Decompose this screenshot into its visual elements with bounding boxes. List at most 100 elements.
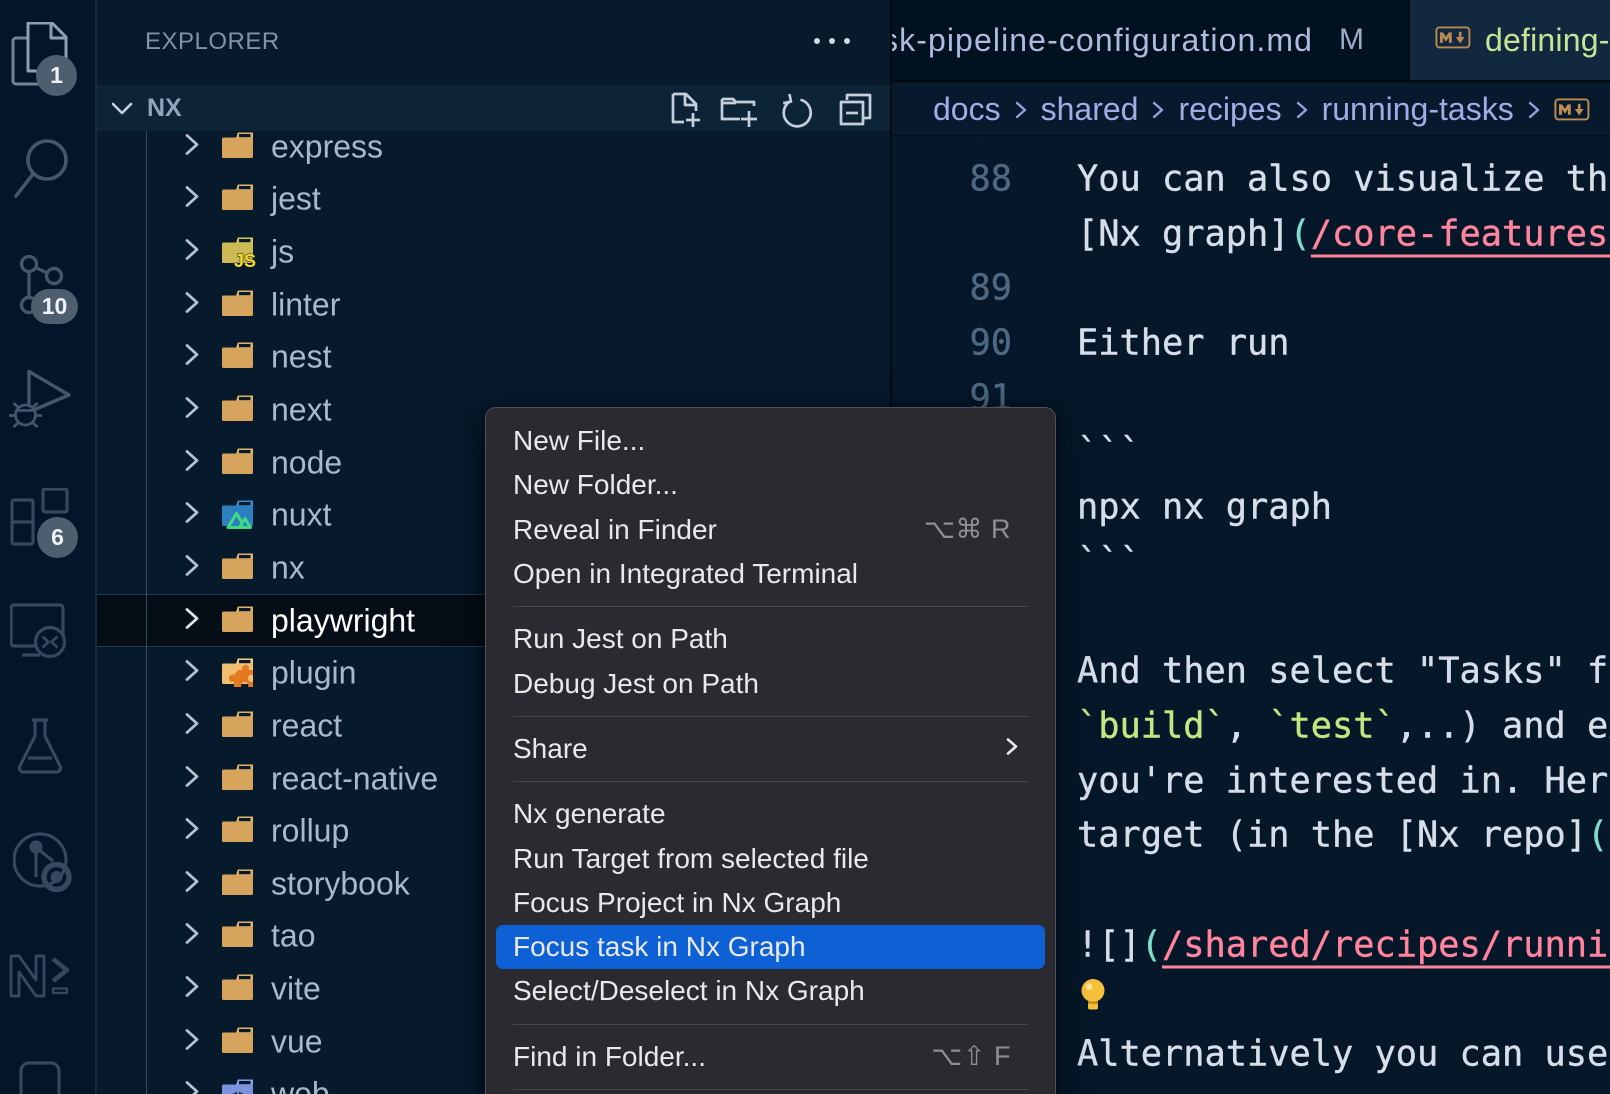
activity-bar-item-account[interactable]: [0, 1008, 95, 1094]
explorer-section-header[interactable]: NX: [97, 85, 890, 131]
lightbulb-emoji: [1077, 978, 1109, 1023]
tab-defining-task-pipeline[interactable]: defining-task-pipeline.md: [1410, 0, 1610, 80]
breadcrumb-item[interactable]: recipes: [1178, 91, 1281, 128]
breadcrumb-item[interactable]: running-tasks: [1322, 91, 1514, 128]
menu-item-run-target-from-selected-file[interactable]: Run Target from selected file: [496, 836, 1045, 880]
menu-item-nx-generate[interactable]: Nx generate: [496, 792, 1045, 836]
chevron-right-icon: [1014, 100, 1028, 120]
activity-bar-item-testing[interactable]: [0, 672, 95, 784]
code-line-content: Either run: [1077, 323, 1290, 364]
code-text: target (in the [Nx repo]: [1077, 815, 1587, 856]
folder-icon: [221, 920, 255, 952]
tree-item-label: react-native: [271, 760, 438, 797]
markdown-icon: [1410, 26, 1485, 54]
more-actions-button[interactable]: [802, 24, 862, 58]
menu-item-new-file[interactable]: New File...: [496, 419, 1045, 463]
editor-tabs: sk-pipeline-configuration.md M defining-…: [892, 0, 1610, 82]
menu-separator: [513, 781, 1028, 782]
ellipsis-icon: [814, 38, 820, 44]
folder-plugin-icon: [221, 657, 255, 689]
code-text: ,..) and expand the task: [1396, 705, 1610, 746]
chevron-right-icon: [1527, 100, 1541, 120]
tree-item-label: vite: [271, 971, 321, 1008]
menu-item-new-folder[interactable]: New Folder...: [496, 463, 1045, 507]
menu-item-run-jest-on-path[interactable]: Run Jest on Path: [496, 617, 1045, 661]
folder-icon: [221, 183, 255, 215]
menu-item-share[interactable]: Share: [496, 727, 1045, 771]
folder-icon: [221, 447, 255, 479]
activity-bar-item-search[interactable]: [0, 112, 95, 224]
tree-item-label: linter: [271, 286, 340, 323]
new-folder-button[interactable]: [720, 91, 760, 131]
code-text: npx nx graph: [1077, 487, 1332, 528]
activity-bar-item-github-actions[interactable]: [0, 784, 95, 896]
menu-item-shortcut: ⌥⌘ R: [924, 514, 1011, 545]
breadcrumb-item[interactable]: shared: [1041, 91, 1139, 128]
activity-bar-item-nx-console[interactable]: [0, 896, 95, 1008]
folder-icon: [221, 289, 255, 321]
menu-item-open-in-integrated-terminal[interactable]: Open in Integrated Terminal: [496, 552, 1045, 596]
menu-item-label: Focus task in Nx Graph: [513, 931, 806, 963]
breadcrumbs: docs shared recipes running-tasks: [892, 84, 1610, 136]
chevron-right-icon: [183, 237, 201, 268]
chevron-right-icon: [183, 974, 201, 1005]
refresh-button[interactable]: [776, 91, 816, 131]
menu-item-label: Select/Deselect in Nx Graph: [513, 975, 865, 1007]
code-text: (: [1290, 213, 1311, 254]
menu-item-find-in-folder[interactable]: Find in Folder...⌥⇧ F: [496, 1035, 1045, 1079]
activity-bar-item-remote-explorer[interactable]: [0, 560, 95, 672]
tree-item-label: nuxt: [271, 497, 331, 534]
code-text: `build`: [1077, 705, 1226, 746]
menu-item-label: New File...: [513, 425, 645, 457]
folder-icon: [221, 868, 255, 900]
tree-item-label: playwright: [271, 602, 415, 639]
line-number: 90: [892, 323, 1012, 364]
menu-item-focus-task-in-nx-graph[interactable]: Focus task in Nx Graph: [496, 925, 1045, 969]
collapse-all-button[interactable]: [835, 91, 875, 131]
activity-bar-item-explorer[interactable]: 1: [0, 0, 95, 112]
tree-item-linter[interactable]: linter: [97, 278, 890, 331]
tree-item-label: web: [271, 1076, 330, 1094]
menu-item-label: Reveal in Finder: [513, 514, 717, 546]
activity-bar-item-extensions[interactable]: 6: [0, 448, 95, 560]
tab-pipeline-configuration[interactable]: sk-pipeline-configuration.md M: [892, 0, 1410, 80]
tree-item-label: node: [271, 444, 342, 481]
folder-icon: [221, 815, 255, 847]
line-number: 87: [892, 136, 1012, 145]
code-text: And then select "Tasks" from the dropdow…: [1077, 651, 1610, 692]
tree-item-jest[interactable]: jest: [97, 173, 890, 226]
chevron-right-icon: [183, 447, 201, 478]
sidebar-title-bar: EXPLORER: [97, 0, 890, 85]
breadcrumb-item[interactable]: docs: [933, 91, 1001, 128]
chevron-right-icon: [183, 342, 201, 373]
menu-separator: [513, 606, 1028, 607]
tab-git-modified-badge: M: [1339, 23, 1364, 57]
menu-item-select-deselect-in-nx-graph[interactable]: Select/Deselect in Nx Graph: [496, 969, 1045, 1013]
activity-bar-item-source-control[interactable]: 10: [0, 224, 95, 336]
section-title: NX: [147, 94, 182, 123]
code-text: `test`: [1268, 705, 1396, 746]
markdown-link[interactable]: /core-features/explore-graph): [1311, 213, 1610, 254]
menu-item-reveal-in-finder[interactable]: Reveal in Finder ⌥⌘ R: [496, 508, 1045, 552]
menu-item-focus-project-in-nx-graph[interactable]: Focus Project in Nx Graph: [496, 881, 1045, 925]
menu-separator: [513, 1089, 1028, 1090]
menu-item-debug-jest-on-path[interactable]: Debug Jest on Path: [496, 661, 1045, 705]
tree-item-js[interactable]: JSjs: [97, 226, 890, 279]
tree-item-label: next: [271, 392, 331, 429]
tree-item-label: js: [271, 234, 294, 271]
chevron-right-icon: [183, 500, 201, 531]
markdown-link[interactable]: /shared/recipes/running-tasks/nx-graph: [1162, 924, 1610, 965]
new-file-button[interactable]: [666, 91, 706, 131]
activity-bar-item-run-and-debug[interactable]: [0, 336, 95, 448]
tree-indent-guide: [146, 131, 147, 1094]
tree-item-express[interactable]: express: [97, 131, 890, 173]
chevron-right-icon: [183, 1079, 201, 1094]
chevron-right-icon: [183, 868, 201, 899]
code-text: Either run: [1077, 323, 1290, 364]
tree-item-label: express: [271, 131, 383, 165]
tree-item-label: react: [271, 707, 342, 744]
menu-item-label: Open in Integrated Terminal: [513, 558, 858, 590]
code-line-content: [1077, 976, 1109, 1023]
ellipsis-icon: [829, 38, 835, 44]
tree-item-nest[interactable]: nest: [97, 331, 890, 384]
